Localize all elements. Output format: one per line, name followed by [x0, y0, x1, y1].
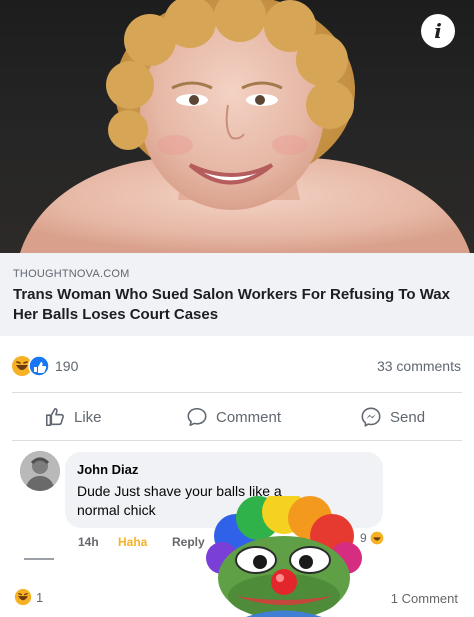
divider: [12, 440, 462, 441]
messenger-icon: [361, 407, 381, 428]
like-button[interactable]: Like: [44, 406, 102, 428]
thumbs-up-icon: [45, 407, 64, 427]
comment-icon: [187, 407, 207, 427]
footer-reaction-count: 1: [36, 589, 44, 605]
haha-icon: [370, 531, 384, 545]
like-icon: [28, 355, 50, 377]
avatar[interactable]: [20, 451, 60, 491]
like-label: Like: [74, 408, 102, 426]
reactions-summary[interactable]: 190 33 comments: [0, 347, 474, 387]
portrait-photo: [20, 0, 470, 253]
link-preview[interactable]: THOUGHTNOVA.COM Trans Woman Who Sued Sal…: [0, 253, 474, 336]
comment-reaction-label[interactable]: Haha: [118, 535, 147, 549]
footer-comments-link[interactable]: 1 Comment: [391, 591, 458, 606]
comment-label: Comment: [216, 408, 282, 426]
comments-count[interactable]: 33 comments: [377, 358, 461, 374]
send-button[interactable]: Send: [360, 406, 425, 428]
link-domain: THOUGHTNOVA.COM: [13, 268, 130, 280]
avatar-photo: [20, 451, 60, 491]
comment-button[interactable]: Comment: [186, 406, 281, 428]
link-preview-image[interactable]: i: [0, 0, 474, 253]
haha-icon: [14, 588, 32, 606]
send-label: Send: [390, 408, 426, 426]
clown-frog-sticker: [206, 496, 362, 617]
info-icon: i: [434, 19, 442, 43]
reaction-count[interactable]: 190: [55, 358, 78, 374]
divider: [12, 392, 462, 393]
comment-reaction-count[interactable]: 9: [360, 531, 384, 545]
info-button[interactable]: i: [421, 14, 455, 48]
link-title[interactable]: Trans Woman Who Sued Salon Workers For R…: [13, 285, 463, 325]
action-bar: Like Comment Send: [0, 398, 474, 436]
reply-button[interactable]: Reply: [172, 535, 205, 549]
footer-reactions[interactable]: 1: [14, 588, 43, 606]
divider: [24, 558, 54, 560]
reaction-icons: [12, 355, 50, 377]
comment-timestamp[interactable]: 14h: [78, 535, 99, 549]
comment-author[interactable]: John Diaz: [77, 462, 138, 477]
